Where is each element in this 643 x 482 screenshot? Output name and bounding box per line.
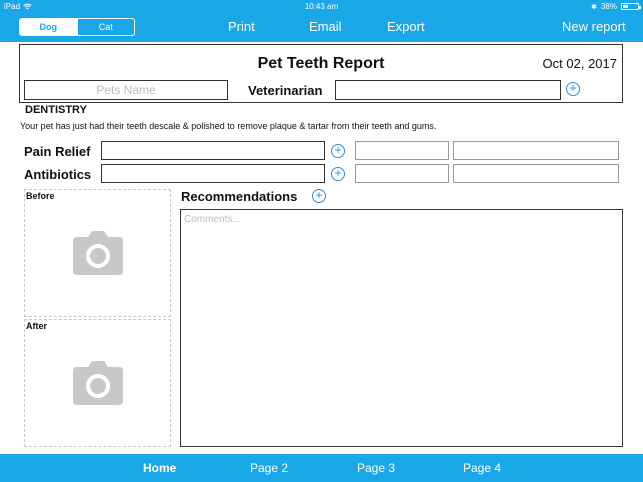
section-title: DENTISTRY bbox=[25, 104, 87, 116]
add-antibiotics-icon[interactable]: + bbox=[331, 167, 345, 181]
tab-home[interactable]: Home bbox=[143, 461, 176, 475]
after-photo-box[interactable]: After bbox=[24, 319, 171, 447]
pain-relief-notes-input[interactable] bbox=[453, 141, 619, 160]
pain-relief-input[interactable] bbox=[101, 141, 325, 160]
pet-type-segmented-control[interactable]: Dog Cat bbox=[19, 18, 135, 36]
add-recommendation-icon[interactable]: + bbox=[312, 189, 326, 203]
comments-textarea[interactable]: Comments... bbox=[180, 209, 623, 447]
report-header: Pet Teeth Report Oct 02, 2017 Pets Name … bbox=[19, 44, 623, 103]
new-report-button[interactable]: New report bbox=[562, 19, 626, 34]
battery-percent: 38% bbox=[600, 2, 617, 11]
nav-bar: Dog Cat Print Email Export New report bbox=[0, 13, 643, 42]
segment-dog[interactable]: Dog bbox=[20, 19, 77, 35]
antibiotics-input[interactable] bbox=[101, 164, 325, 183]
bluetooth-icon: ✱ bbox=[591, 3, 597, 11]
pets-name-input[interactable]: Pets Name bbox=[24, 80, 228, 100]
tab-page-2[interactable]: Page 2 bbox=[250, 461, 288, 475]
before-label: Before bbox=[26, 191, 55, 201]
camera-icon[interactable] bbox=[73, 231, 123, 275]
add-veterinarian-icon[interactable]: + bbox=[566, 82, 580, 96]
export-button[interactable]: Export bbox=[387, 19, 425, 34]
battery-icon bbox=[621, 3, 641, 10]
tab-page-3[interactable]: Page 3 bbox=[357, 461, 395, 475]
after-label: After bbox=[26, 321, 48, 331]
app-screen: iPad 10:43 am ✱ 38% Dog Cat Print Email … bbox=[0, 0, 643, 482]
battery-level bbox=[623, 5, 629, 8]
print-button[interactable]: Print bbox=[228, 19, 255, 34]
veterinarian-input[interactable] bbox=[335, 80, 561, 100]
status-bar: iPad 10:43 am ✱ 38% bbox=[0, 0, 643, 13]
segment-cat[interactable]: Cat bbox=[76, 19, 135, 35]
pain-relief-label: Pain Relief bbox=[24, 144, 91, 159]
report-date[interactable]: Oct 02, 2017 bbox=[543, 56, 617, 71]
dentistry-description: Your pet has just had their teeth descal… bbox=[20, 121, 437, 131]
camera-icon[interactable] bbox=[73, 361, 123, 405]
antibiotics-notes-input[interactable] bbox=[453, 164, 619, 183]
status-time: 10:43 am bbox=[304, 2, 339, 11]
veterinarian-label: Veterinarian bbox=[248, 83, 323, 98]
recommendations-label: Recommendations bbox=[181, 189, 298, 204]
add-pain-relief-icon[interactable]: + bbox=[331, 144, 345, 158]
tab-page-4[interactable]: Page 4 bbox=[463, 461, 501, 475]
antibiotics-dose-input[interactable] bbox=[355, 164, 449, 183]
antibiotics-label: Antibiotics bbox=[24, 167, 92, 182]
bottom-tab-bar: Home Page 2 Page 3 Page 4 bbox=[0, 454, 643, 482]
pain-relief-dose-input[interactable] bbox=[355, 141, 449, 160]
report-title: Pet Teeth Report bbox=[257, 55, 385, 72]
comments-placeholder: Comments... bbox=[184, 214, 241, 225]
before-photo-box[interactable]: Before bbox=[24, 189, 171, 317]
email-button[interactable]: Email bbox=[309, 19, 342, 34]
